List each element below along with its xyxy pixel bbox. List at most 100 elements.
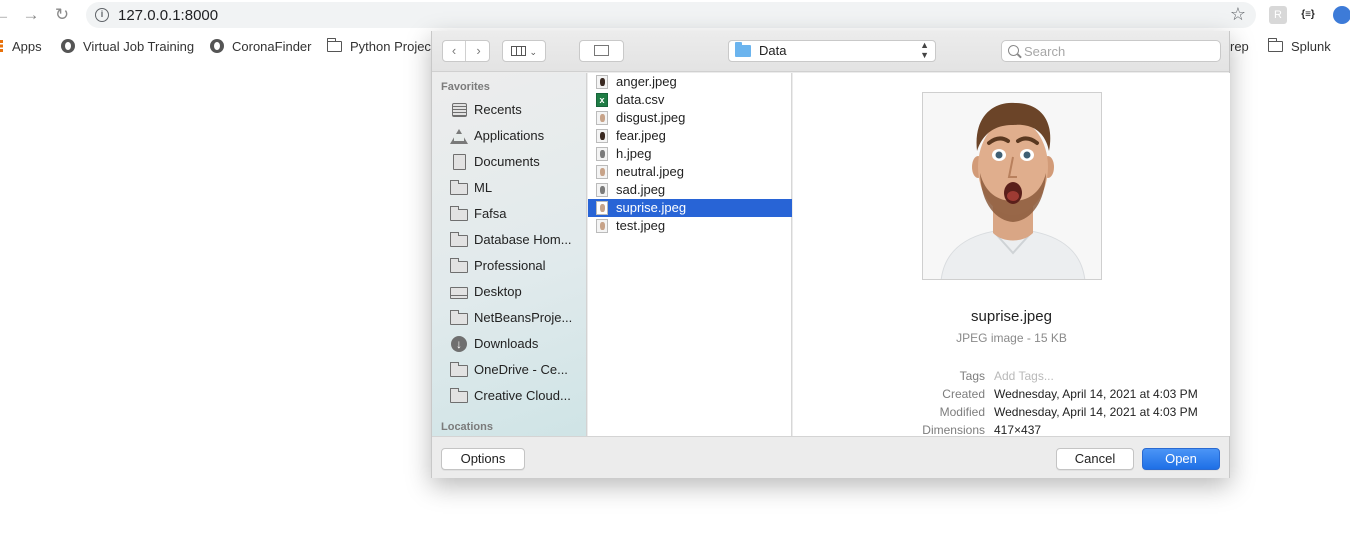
- sidebar-item-downloads[interactable]: Downloads: [432, 331, 586, 357]
- sidebar-item-documents[interactable]: Documents: [432, 149, 586, 175]
- image-thumbnail-icon: [596, 219, 608, 233]
- sidebar-item-label: Database Hom...: [474, 232, 572, 247]
- favorites-heading: Favorites: [441, 81, 490, 93]
- file-name: suprise.jpeg: [616, 200, 687, 215]
- sidebar-item-label: Fafsa: [474, 206, 507, 221]
- recents-icon: [452, 103, 467, 117]
- sidebar-item-label: Downloads: [474, 336, 539, 351]
- file-row-test[interactable]: test.jpeg: [588, 217, 792, 235]
- bookmark-label: Apps: [12, 39, 42, 54]
- folder-icon: [1267, 38, 1283, 52]
- folder-icon: [449, 310, 468, 325]
- sidebar-item-professional[interactable]: Professional: [432, 253, 586, 279]
- sidebar-item-label: Professional: [474, 258, 546, 273]
- site-info-icon[interactable]: i: [95, 8, 109, 22]
- file-row-disgust[interactable]: disgust.jpeg: [588, 109, 792, 127]
- back-arrow-icon[interactable]: ←: [0, 4, 13, 26]
- address-bar[interactable]: i 127.0.0.1:8000 ☆: [86, 2, 1256, 28]
- spreadsheet-icon: [596, 93, 608, 107]
- location-popup[interactable]: Data ▲ ▼: [728, 40, 936, 62]
- file-row-fear[interactable]: fear.jpeg: [588, 127, 792, 145]
- dimensions-value: 417×437: [994, 423, 1042, 436]
- file-row-suprise[interactable]: suprise.jpeg: [588, 199, 792, 217]
- surprised-man-portrait: [923, 93, 1101, 279]
- sidebar-item-creative-cloud[interactable]: Creative Cloud...: [432, 383, 586, 409]
- extension-r-icon[interactable]: R: [1269, 6, 1287, 24]
- sidebar-item-desktop[interactable]: Desktop: [432, 279, 586, 305]
- bookmark-apps[interactable]: Apps: [0, 38, 42, 56]
- bookmark-star-icon[interactable]: ☆: [1230, 4, 1246, 25]
- image-thumbnail-icon: [596, 201, 608, 215]
- sidebar-item-label: Creative Cloud...: [474, 388, 571, 403]
- image-thumbnail-icon: [596, 75, 608, 89]
- sidebar-item-ml[interactable]: ML: [432, 175, 586, 201]
- preview-file-kind: JPEG image - 15 KB: [956, 331, 1067, 345]
- file-list: anger.jpeg data.csv disgust.jpeg fear.jp…: [588, 73, 792, 436]
- location-label: Data: [759, 43, 787, 58]
- url-text[interactable]: 127.0.0.1:8000: [118, 7, 218, 24]
- preview-pane: suprise.jpeg JPEG image - 15 KB Tags Add…: [793, 73, 1230, 436]
- dialog-toolbar: ‹ › ⌄ Data ▲ ▼: [432, 31, 1229, 72]
- sidebar-item-recents[interactable]: Recents: [432, 97, 586, 123]
- bookmark-splunk[interactable]: Splunk: [1267, 38, 1331, 56]
- new-folder-button[interactable]: [579, 40, 624, 62]
- bookmark-label: Python Projec: [350, 39, 431, 54]
- sidebar-item-label: OneDrive - Ce...: [474, 362, 568, 377]
- back-forward-control: ‹ ›: [442, 40, 490, 62]
- sidebar-item-onedrive[interactable]: OneDrive - Ce...: [432, 357, 586, 383]
- folder-icon: [326, 38, 342, 52]
- dialog-button-bar: Options Cancel Open: [432, 436, 1229, 478]
- forward-chevron-icon[interactable]: ›: [467, 41, 490, 61]
- file-row-sad[interactable]: sad.jpeg: [588, 181, 792, 199]
- bookmark-prep[interactable]: rep: [1230, 38, 1249, 56]
- bookmark-label: Splunk: [1291, 39, 1331, 54]
- image-thumbnail-icon: [596, 183, 608, 197]
- locations-heading: Locations: [441, 421, 493, 433]
- modified-label: Modified: [939, 405, 985, 419]
- sidebar-item-fafsa[interactable]: Fafsa: [432, 201, 586, 227]
- sidebar-item-applications[interactable]: Applications: [432, 123, 586, 149]
- blue-folder-icon: [735, 42, 751, 57]
- extension-json-icon[interactable]: {≡}: [1299, 6, 1317, 24]
- dimensions-label: Dimensions: [922, 423, 985, 436]
- file-row-anger[interactable]: anger.jpeg: [588, 73, 792, 91]
- search-icon: [1008, 45, 1019, 56]
- file-row-neutral[interactable]: neutral.jpeg: [588, 163, 792, 181]
- preview-file-name: suprise.jpeg: [971, 308, 1052, 325]
- open-file-dialog: ‹ › ⌄ Data ▲▼ Favorites Recents Applicat: [431, 31, 1230, 478]
- bookmark-coronafinder[interactable]: CoronaFinder: [210, 38, 312, 56]
- file-row-data-csv[interactable]: data.csv: [588, 91, 792, 109]
- sidebar-item-label: NetBeansProje...: [474, 310, 573, 325]
- sidebar-item-netbeans-projects[interactable]: NetBeansProje...: [432, 305, 586, 331]
- search-field[interactable]: [1001, 40, 1221, 62]
- folder-icon: [449, 362, 468, 377]
- globe-icon: [210, 39, 224, 53]
- columns-view-icon: [510, 46, 526, 56]
- file-name: sad.jpeg: [616, 182, 666, 197]
- applications-icon: [450, 129, 468, 144]
- image-thumbnail-icon: [596, 129, 608, 143]
- sidebar: Favorites Recents Applications Documents…: [432, 73, 587, 436]
- created-value: Wednesday, April 14, 2021 at 4:03 PM: [994, 387, 1198, 401]
- view-mode-button[interactable]: ⌄: [502, 40, 546, 62]
- search-input[interactable]: [1024, 42, 1214, 60]
- bookmark-python-projects[interactable]: Python Projec: [326, 38, 431, 56]
- options-button[interactable]: Options: [441, 448, 525, 470]
- file-row-h[interactable]: h.jpeg: [588, 145, 792, 163]
- cancel-button[interactable]: Cancel: [1056, 448, 1134, 470]
- omnibar-row: ← → ↻ i 127.0.0.1:8000 ☆ R {≡}: [0, 0, 1350, 31]
- file-name: fear.jpeg: [616, 128, 666, 143]
- bookmark-virtual-job-training[interactable]: Virtual Job Training: [61, 38, 194, 56]
- tags-label: Tags: [959, 369, 985, 383]
- bookmark-label: Virtual Job Training: [83, 39, 195, 54]
- open-button[interactable]: Open: [1142, 448, 1220, 470]
- sidebar-item-label: Desktop: [474, 284, 522, 299]
- forward-arrow-icon[interactable]: →: [20, 4, 42, 26]
- extension-globe-icon[interactable]: [1333, 6, 1350, 24]
- sidebar-item-database-homework[interactable]: Database Hom...: [432, 227, 586, 253]
- reload-icon[interactable]: ↻: [51, 4, 73, 26]
- bookmark-label: rep: [1230, 39, 1249, 54]
- file-name: disgust.jpeg: [616, 110, 686, 125]
- tags-input[interactable]: Add Tags...: [994, 369, 1054, 383]
- back-chevron-icon[interactable]: ‹: [443, 41, 466, 61]
